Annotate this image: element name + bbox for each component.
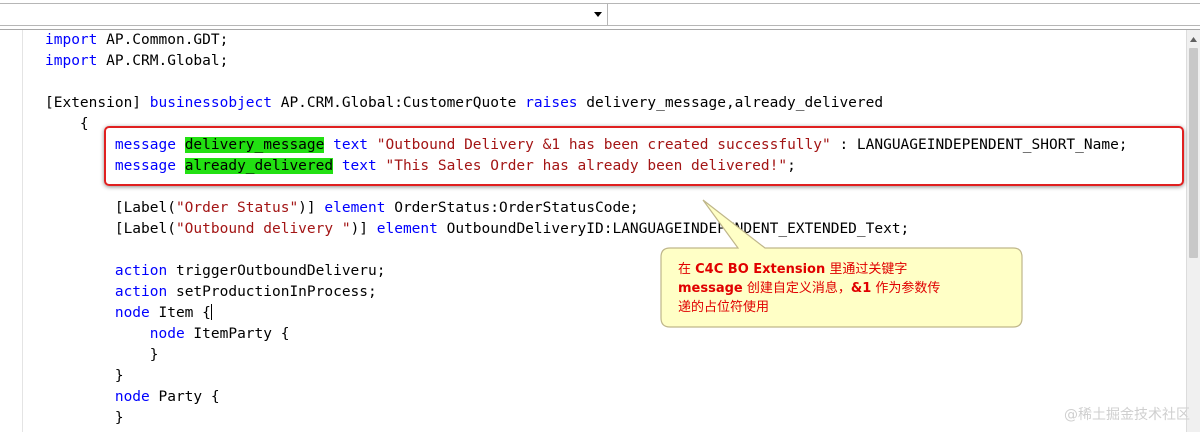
chevron-down-icon[interactable] (591, 6, 605, 23)
code-token: ItemParty { (184, 326, 290, 342)
toolbar (0, 0, 1200, 30)
code-line[interactable]: } (45, 345, 1128, 366)
code-editor[interactable]: import AP.Common.GDT; import AP.CRM.Globa… (0, 30, 1186, 432)
keyword-token: import (45, 32, 98, 48)
code-text[interactable]: import AP.Common.GDT; import AP.CRM.Globa… (45, 30, 1128, 429)
type-dropdown[interactable] (0, 3, 608, 26)
code-line[interactable] (45, 72, 1128, 93)
code-token: )] (350, 221, 377, 237)
keyword-token: element (324, 200, 386, 216)
code-line[interactable]: } (45, 408, 1128, 429)
code-line[interactable]: [Label("Outbound delivery ")] element Ou… (45, 219, 1128, 240)
code-token: } (45, 410, 124, 426)
keyword-token: action (114, 284, 168, 300)
code-token: [Label( (45, 200, 176, 216)
callout-text-part: &1 (850, 281, 872, 296)
member-dropdown[interactable] (607, 3, 1200, 26)
keyword-token: raises (525, 95, 578, 111)
keyword-token: node (114, 389, 150, 405)
callout-text-part: C4C BO Extension (695, 262, 826, 277)
scrollbar-thumb[interactable] (1189, 48, 1198, 258)
code-token: setProductionInProcess; (167, 284, 377, 300)
code-line[interactable]: node Party { (45, 387, 1128, 408)
code-token: Item { (149, 305, 211, 321)
message-highlight-box (104, 126, 1184, 186)
string-token: "Outbound delivery " (175, 221, 351, 237)
keyword-token: node (149, 326, 185, 342)
keyword-token: import (45, 53, 98, 69)
code-token: AP.CRM.Global:CustomerQuote (271, 95, 526, 111)
vertical-scrollbar[interactable] (1186, 30, 1200, 432)
keyword-token: element (376, 221, 438, 237)
callout-text-part: 创建自定义消息， (742, 281, 851, 296)
code-token: [Label( (45, 221, 176, 237)
code-token: triggerOutboundDeliveru; (167, 263, 386, 279)
code-line[interactable]: import AP.Common.GDT; (45, 30, 1128, 51)
code-token: OrderStatus:OrderStatusCode; (385, 200, 639, 216)
code-token: OutboundDeliveryID:LANGUAGEINDEPENDENT_E… (437, 221, 910, 237)
code-line[interactable]: } (45, 366, 1128, 387)
string-token: "Order Status" (175, 200, 299, 216)
code-token: delivery_message,already_delivered (577, 95, 884, 111)
code-token: )] (298, 200, 325, 216)
callout-text-part: 在 (678, 262, 696, 277)
callout-text-part: 递的占位符使用 (678, 300, 770, 315)
keyword-token: businessobject (149, 95, 272, 111)
code-line[interactable]: node ItemParty { (45, 324, 1128, 345)
callout-text: 在 C4C BO Extension 里通过关键字 message 创建自定义消息… (678, 260, 1013, 317)
code-token: [Extension] (45, 95, 150, 111)
code-line[interactable]: import AP.CRM.Global; (45, 51, 1128, 72)
code-line[interactable]: [Extension] businessobject AP.CRM.Global… (45, 93, 1128, 114)
code-token: Party { (149, 389, 220, 405)
scroll-up-arrow-icon[interactable] (1187, 32, 1200, 46)
code-token: } (45, 347, 159, 363)
keyword-token: action (114, 263, 168, 279)
editor-gutter (0, 30, 23, 432)
keyword-token: node (114, 305, 150, 321)
code-line[interactable]: [Label("Order Status")] element OrderSta… (45, 198, 1128, 219)
watermark: @稀土掘金技术社区 (1064, 407, 1190, 423)
code-token: AP.CRM.Global; (97, 53, 229, 69)
code-token: AP.Common.GDT; (97, 32, 229, 48)
code-line[interactable] (45, 240, 1128, 261)
code-token: { (45, 116, 89, 132)
callout-text-part: 作为参数传 (871, 281, 941, 296)
callout-text-part: 里通过关键字 (825, 262, 908, 277)
text-caret (210, 304, 212, 320)
code-token: } (45, 368, 124, 384)
callout-text-part: message (678, 281, 743, 296)
